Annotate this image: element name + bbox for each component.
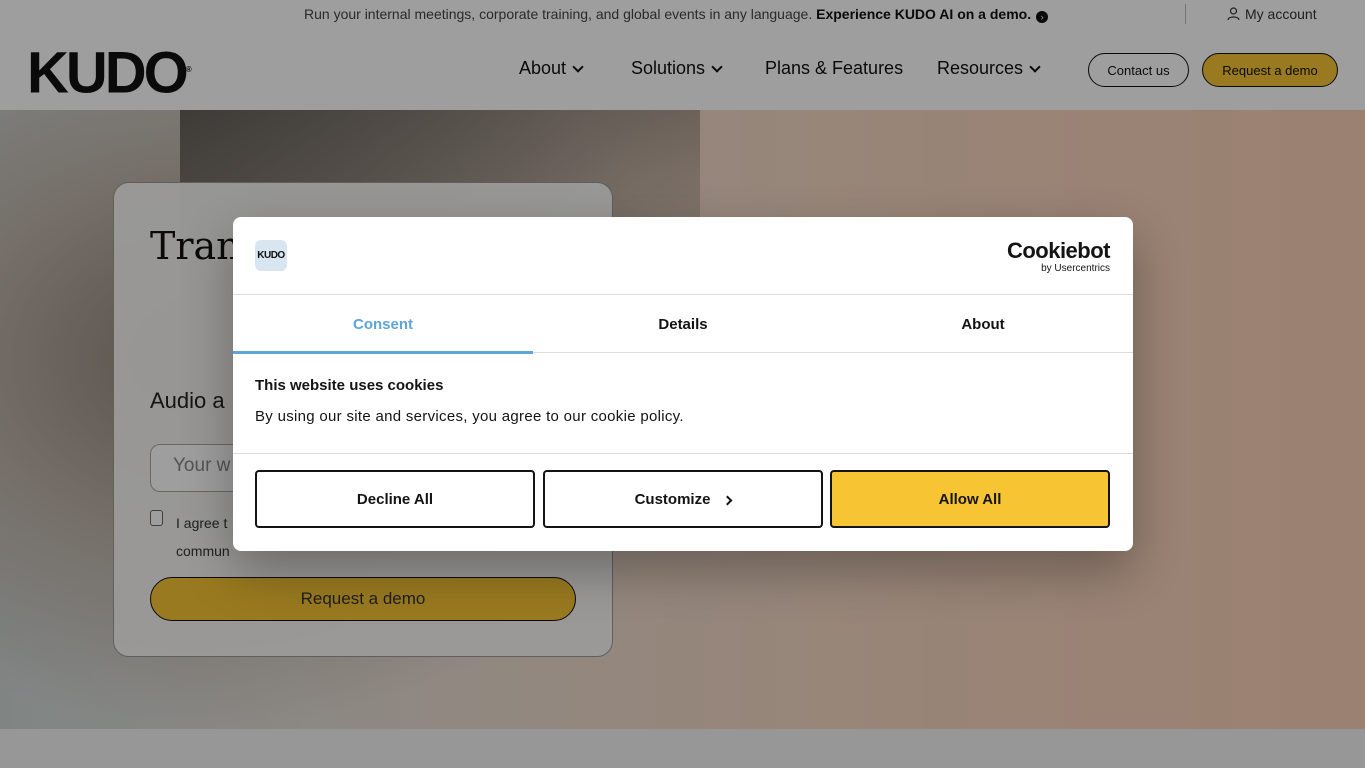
customize-button[interactable]: Customize [543,470,823,528]
dialog-heading: This website uses cookies [255,377,444,394]
dialog-footer: Decline All Customize Allow All [233,453,1133,551]
allow-all-button[interactable]: Allow All [830,470,1110,528]
tab-about[interactable]: About [833,295,1133,353]
tab-consent[interactable]: Consent [233,295,533,354]
kudo-small-logo: KUDO [255,240,287,271]
decline-all-button[interactable]: Decline All [255,470,535,528]
dialog-header: KUDO Cookiebot by Usercentrics [233,217,1133,295]
chevron-right-icon [722,495,733,505]
cookiebot-logo[interactable]: Cookiebot by Usercentrics [1007,239,1111,275]
cookie-consent-dialog: KUDO Cookiebot by Usercentrics Consent D… [233,217,1133,551]
dialog-tabs: Consent Details About [233,295,1133,354]
tab-details[interactable]: Details [533,295,833,353]
dialog-text: By using our site and services, you agre… [255,408,684,425]
dialog-body: This website uses cookies By using our s… [255,377,1105,425]
